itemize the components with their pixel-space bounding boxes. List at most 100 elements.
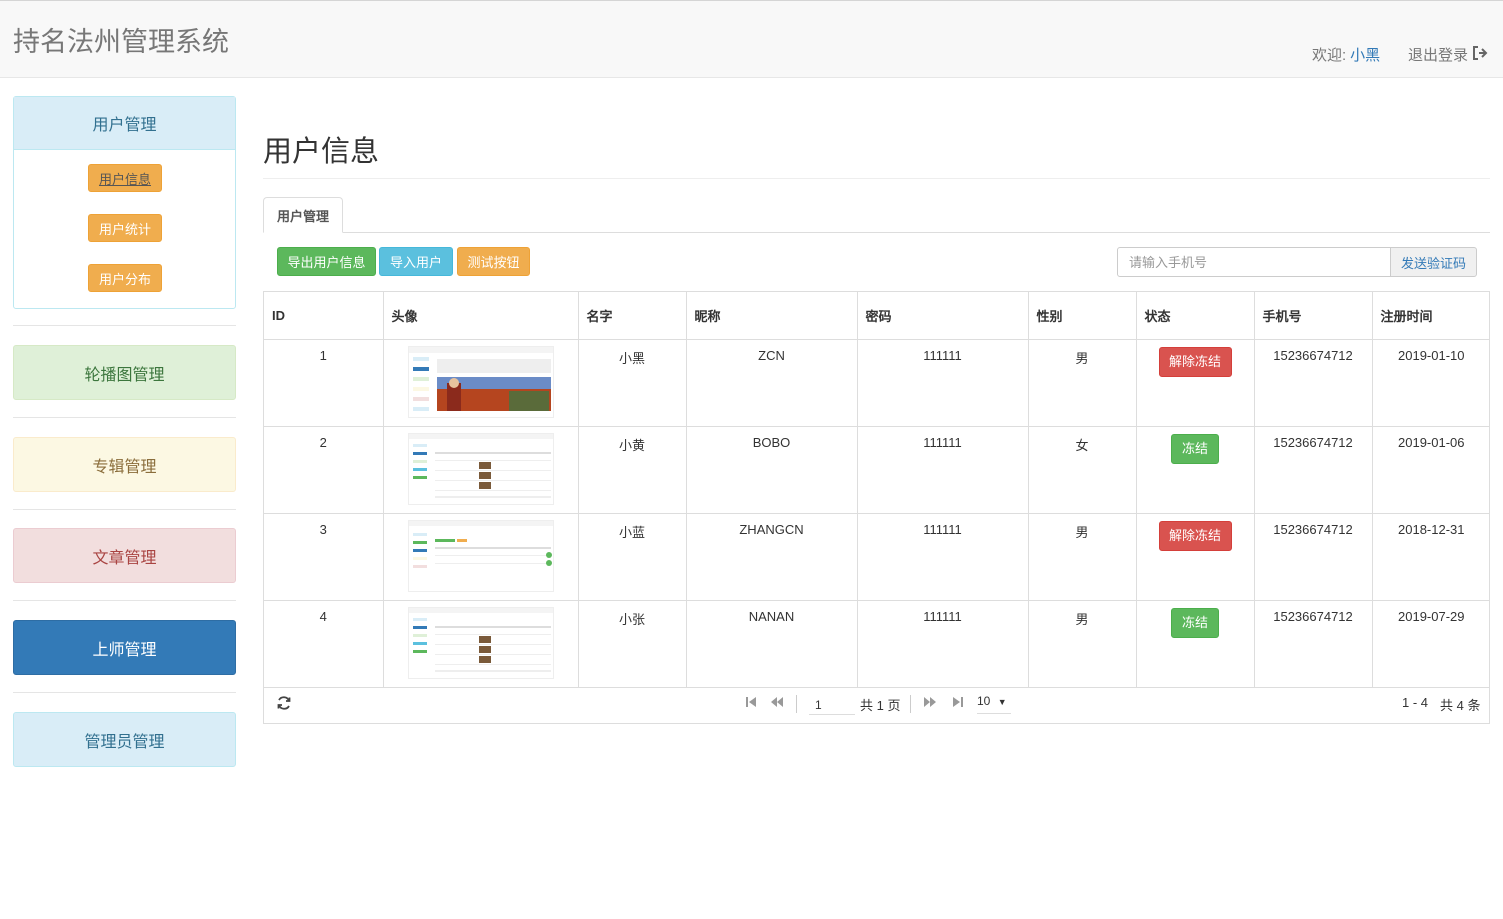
cell-avatar	[383, 513, 579, 601]
sidebar-item-user-info[interactable]: 用户信息	[88, 164, 162, 192]
cell-name: 小张	[578, 600, 687, 688]
title-divider	[263, 178, 1490, 179]
cell-id: 4	[264, 600, 384, 688]
logout-icon	[1472, 45, 1488, 64]
cell-nickname: BOBO	[686, 426, 858, 514]
sidebar: 用户管理 用户信息 用户统计 用户分布 轮播图管理 专辑管理 文章管理 上师管理…	[13, 96, 236, 767]
user-table: ID 头像 名字 昵称 密码 性别 状态 手机号 注册时间 1 小黑 ZCN 1…	[263, 291, 1490, 724]
column-header[interactable]: 密码	[857, 292, 1029, 340]
sidebar-item-article[interactable]: 文章管理	[13, 528, 236, 583]
top-navbar: 持名法州管理系统 欢迎: 小黑 退出登录	[0, 0, 1503, 78]
sidebar-item-guru[interactable]: 上师管理	[13, 620, 236, 675]
sidebar-item-admin[interactable]: 管理员管理	[13, 712, 236, 767]
pager-separator	[796, 695, 797, 713]
page-size-select[interactable]: 10 ▼	[977, 694, 1011, 714]
first-page-icon[interactable]	[745, 696, 757, 711]
avatar	[407, 345, 554, 418]
table-row[interactable]: 4 小张 NANAN 111111 男 冻结 15236674712 2019-…	[264, 600, 1490, 688]
freeze-button[interactable]: 冻结	[1171, 433, 1219, 464]
sidebar-item-banner[interactable]: 轮播图管理	[13, 345, 236, 400]
tab-user-management[interactable]: 用户管理	[263, 197, 343, 233]
cell-password: 111111	[857, 339, 1029, 427]
column-header[interactable]: 注册时间	[1372, 292, 1490, 340]
total-pages-text: 共 1 页	[860, 698, 901, 713]
cell-status: 冻结	[1136, 426, 1255, 514]
cell-nickname: NANAN	[686, 600, 858, 688]
user-management-menu: 用户信息 用户统计 用户分布	[14, 150, 235, 308]
cell-gender: 女	[1028, 426, 1137, 514]
pager-separator	[910, 695, 911, 713]
cell-date: 2019-01-06	[1372, 426, 1490, 514]
table-row[interactable]: 1 小黑 ZCN 111111 男 解除冻结 15236674712 2019-…	[264, 339, 1490, 427]
page-number-input[interactable]	[809, 695, 855, 715]
phone-input[interactable]	[1117, 247, 1391, 277]
column-header[interactable]: 状态	[1136, 292, 1255, 340]
sidebar-divider	[13, 325, 236, 326]
column-header[interactable]: ID	[264, 292, 384, 340]
user-data-table: ID 头像 名字 昵称 密码 性别 状态 手机号 注册时间 1 小黑 ZCN 1…	[264, 292, 1490, 688]
avatar	[407, 606, 554, 679]
sidebar-item-album[interactable]: 专辑管理	[13, 437, 236, 492]
cell-nickname: ZHANGCN	[686, 513, 858, 601]
sidebar-divider	[13, 692, 236, 693]
freeze-button[interactable]: 冻结	[1171, 607, 1219, 638]
cell-status: 解除冻结	[1136, 513, 1255, 601]
cell-name: 小黄	[578, 426, 687, 514]
send-code-button[interactable]: 发送验证码	[1390, 247, 1477, 277]
cell-phone: 15236674712	[1254, 339, 1373, 427]
sidebar-item-label: 用户统计	[98, 221, 151, 237]
tabs-baseline	[263, 232, 1490, 233]
chevron-down-icon: ▼	[997, 697, 1007, 707]
cell-gender: 男	[1028, 600, 1137, 688]
sidebar-divider	[13, 417, 236, 418]
table-row[interactable]: 2 小黄 BOBO 111111 女 冻结 15236674712 2019-0…	[264, 426, 1490, 514]
cell-avatar	[383, 426, 579, 514]
cell-gender: 男	[1028, 513, 1137, 601]
prev-page-icon[interactable]	[770, 696, 784, 711]
cell-nickname: ZCN	[686, 339, 858, 427]
avatar	[407, 519, 554, 592]
column-header[interactable]: 性别	[1028, 292, 1137, 340]
import-users-button[interactable]: 导入用户	[379, 247, 453, 276]
logout-link[interactable]: 退出登录	[1408, 44, 1488, 65]
user-management-panel: 用户管理 用户信息 用户统计 用户分布	[13, 96, 236, 309]
cell-password: 111111	[857, 513, 1029, 601]
unfreeze-button[interactable]: 解除冻结	[1158, 346, 1232, 377]
cell-avatar	[383, 339, 579, 427]
sidebar-item-user-stats[interactable]: 用户统计	[88, 214, 162, 242]
last-page-icon[interactable]	[952, 696, 964, 711]
cell-phone: 15236674712	[1254, 513, 1373, 601]
welcome-text: 欢迎: 小黑	[1312, 44, 1380, 65]
avatar	[407, 432, 554, 505]
username-link[interactable]: 小黑	[1350, 47, 1380, 64]
test-button[interactable]: 测试按钮	[457, 247, 530, 276]
page-title: 用户信息	[263, 136, 380, 168]
sidebar-item-label: 用户信息	[98, 171, 151, 187]
column-header[interactable]: 昵称	[686, 292, 858, 340]
logout-label: 退出登录	[1408, 47, 1469, 64]
export-users-button[interactable]: 导出用户信息	[277, 247, 376, 276]
column-header[interactable]: 名字	[578, 292, 687, 340]
cell-date: 2019-07-29	[1372, 600, 1490, 688]
cell-date: 2018-12-31	[1372, 513, 1490, 601]
user-management-header[interactable]: 用户管理	[14, 97, 235, 150]
app-title[interactable]: 持名法州管理系统	[13, 20, 229, 59]
cell-password: 111111	[857, 600, 1029, 688]
cell-id: 1	[264, 339, 384, 427]
refresh-icon[interactable]	[276, 695, 292, 714]
sidebar-item-user-distribution[interactable]: 用户分布	[88, 264, 162, 292]
cell-id: 2	[264, 426, 384, 514]
cell-id: 3	[264, 513, 384, 601]
sidebar-divider	[13, 509, 236, 510]
column-header[interactable]: 头像	[383, 292, 579, 340]
unfreeze-button[interactable]: 解除冻结	[1158, 520, 1232, 551]
cell-name: 小黑	[578, 339, 687, 427]
next-page-icon[interactable]	[923, 696, 937, 711]
cell-password: 111111	[857, 426, 1029, 514]
sidebar-item-label: 用户分布	[98, 271, 151, 287]
pagination-bar: 共 1 页 10 ▼ 1 - 4 共 4 条	[264, 686, 1489, 723]
cell-date: 2019-01-10	[1372, 339, 1490, 427]
column-header[interactable]: 手机号	[1254, 292, 1373, 340]
table-row[interactable]: 3 小蓝 ZHANGCN 111111 男 解除冻结 15236674712 2…	[264, 513, 1490, 601]
cell-phone: 15236674712	[1254, 426, 1373, 514]
